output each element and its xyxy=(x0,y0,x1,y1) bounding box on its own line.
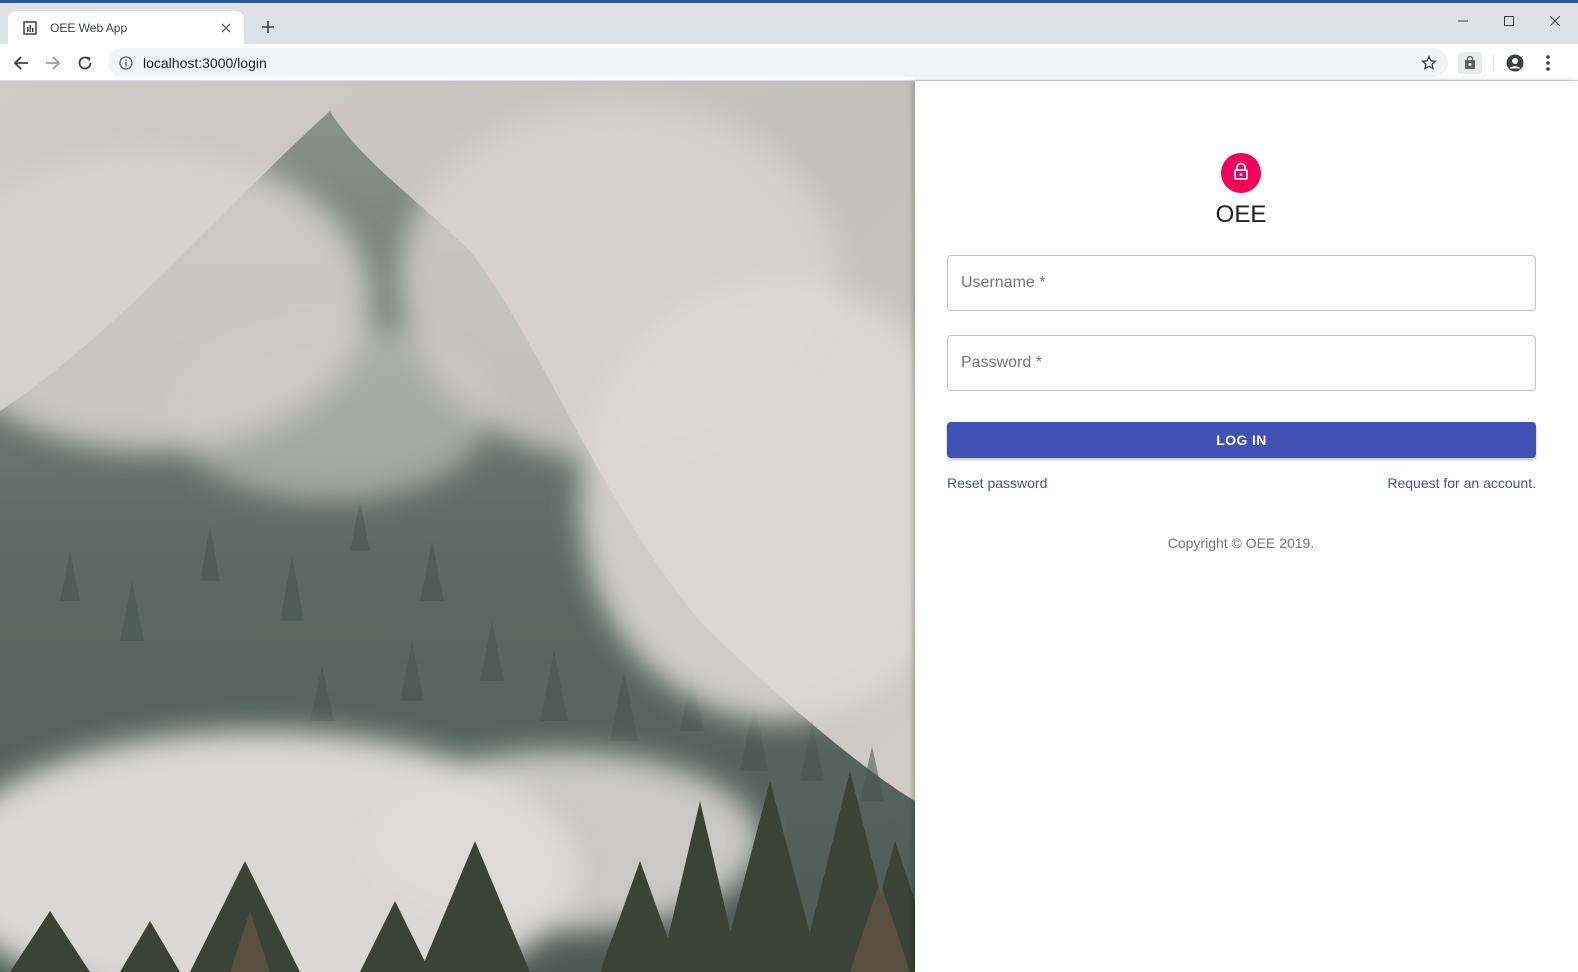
plus-icon[interactable] xyxy=(258,17,278,37)
star-icon[interactable] xyxy=(1420,54,1438,72)
username-label: Username * xyxy=(961,274,1046,291)
request-account-link[interactable]: Request for an account. xyxy=(1387,475,1536,491)
username-field[interactable]: Username * xyxy=(947,255,1536,311)
password-field[interactable]: Password * xyxy=(947,335,1536,391)
forward-arrow-icon[interactable] xyxy=(42,52,64,74)
window-controls xyxy=(1440,6,1578,36)
lock-avatar xyxy=(1221,153,1261,193)
hero-forest-image xyxy=(0,81,915,972)
close-icon[interactable] xyxy=(1532,6,1578,36)
reset-password-link[interactable]: Reset password xyxy=(947,475,1047,491)
url-text[interactable]: localhost:3000/login xyxy=(143,55,267,71)
browser-toolbar: localhost:3000/login xyxy=(0,44,1578,81)
chart-favicon-icon xyxy=(22,20,38,36)
lock-icon xyxy=(1231,161,1251,186)
more-vert-icon[interactable] xyxy=(1537,52,1559,74)
login-panel: OEE Username * Password * LOG IN Reset p… xyxy=(915,81,1578,972)
extension-icon[interactable] xyxy=(1458,52,1482,74)
app-title: OEE xyxy=(1215,201,1267,228)
reload-icon[interactable] xyxy=(74,52,96,74)
address-bar[interactable]: localhost:3000/login xyxy=(108,48,1448,77)
info-icon[interactable] xyxy=(118,55,134,71)
minimize-icon[interactable] xyxy=(1440,6,1486,36)
login-button[interactable]: LOG IN xyxy=(947,422,1536,458)
back-arrow-icon[interactable] xyxy=(10,52,32,74)
profile-icon[interactable] xyxy=(1504,52,1526,74)
tab-title: OEE Web App xyxy=(50,20,128,35)
password-label: Password * xyxy=(961,354,1042,371)
copyright-text: Copyright © OEE 2019. xyxy=(1167,535,1315,551)
tab-strip: OEE Web App xyxy=(0,3,1578,44)
tab-close-icon[interactable] xyxy=(218,20,234,36)
maximize-icon[interactable] xyxy=(1486,6,1532,36)
toolbar-divider xyxy=(1493,55,1494,71)
browser-tab[interactable]: OEE Web App xyxy=(8,11,244,44)
